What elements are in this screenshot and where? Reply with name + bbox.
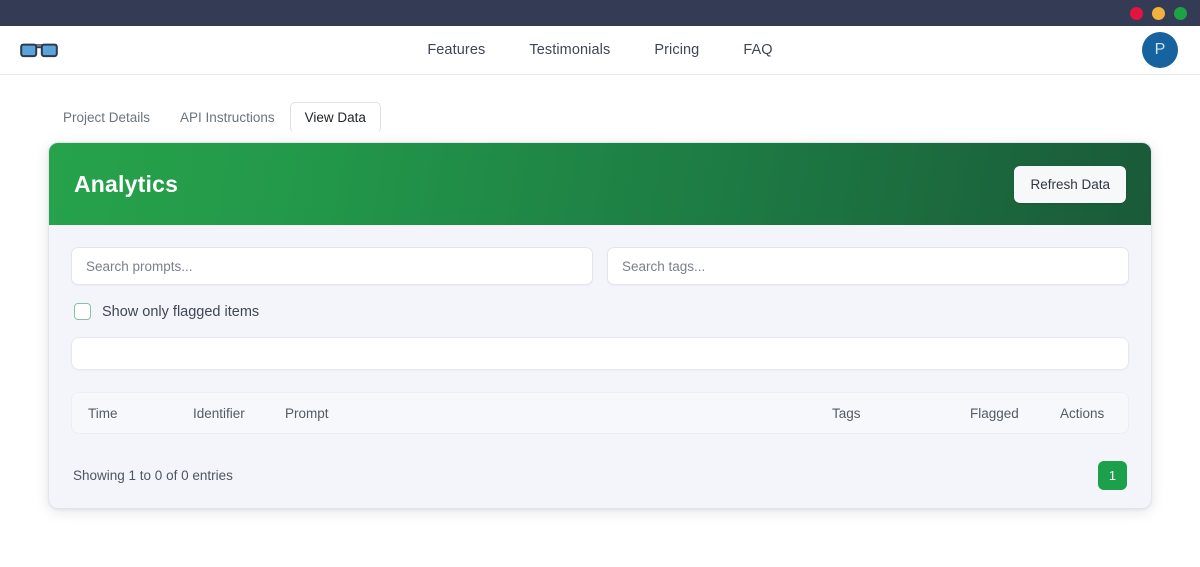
tab-bar: Project Details API Instructions View Da…: [48, 99, 1152, 133]
pagination-page-1[interactable]: 1: [1098, 461, 1127, 490]
search-prompts-input[interactable]: [71, 247, 593, 285]
show-flagged-label: Show only flagged items: [102, 303, 260, 320]
page-title: Analytics: [74, 170, 179, 197]
tab-project-details[interactable]: Project Details: [48, 102, 165, 134]
show-flagged-checkbox[interactable]: [74, 303, 91, 320]
analytics-card-header: Analytics Refresh Data: [49, 143, 1151, 225]
avatar-initial: P: [1154, 41, 1166, 58]
sunglasses-icon: [20, 41, 58, 59]
window-close-button[interactable]: [1130, 6, 1143, 20]
column-header-identifier[interactable]: Identifier: [193, 406, 285, 421]
analytics-card: Analytics Refresh Data Show only flagged…: [48, 142, 1152, 509]
main-nav: Features Testimonials Pricing FAQ: [0, 42, 1200, 58]
page-content: Project Details API Instructions View Da…: [0, 75, 1200, 509]
tab-api-instructions[interactable]: API Instructions: [165, 102, 290, 134]
nav-link-testimonials[interactable]: Testimonials: [529, 42, 610, 58]
flagged-filter-row: Show only flagged items: [71, 303, 1129, 320]
user-avatar[interactable]: P: [1142, 32, 1178, 68]
brand-logo[interactable]: [20, 41, 80, 59]
nav-link-pricing[interactable]: Pricing: [654, 42, 699, 58]
column-header-flagged[interactable]: Flagged: [970, 406, 1060, 421]
table-footer: Showing 1 to 0 of 0 entries 1: [71, 461, 1129, 490]
site-navbar: Features Testimonials Pricing FAQ P: [0, 26, 1200, 75]
column-header-actions[interactable]: Actions: [1060, 406, 1112, 421]
data-table-header: Time Identifier Prompt Tags Flagged Acti…: [71, 392, 1129, 434]
analytics-card-body: Show only flagged items Time Identifier …: [49, 225, 1151, 508]
nav-link-faq[interactable]: FAQ: [743, 42, 772, 58]
window-minimize-button[interactable]: [1152, 6, 1165, 20]
entries-summary: Showing 1 to 0 of 0 entries: [73, 468, 233, 483]
window-titlebar: [0, 0, 1200, 26]
search-tags-input[interactable]: [607, 247, 1129, 285]
column-header-tags[interactable]: Tags: [832, 406, 970, 421]
window-maximize-button[interactable]: [1174, 6, 1187, 20]
refresh-data-button[interactable]: Refresh Data: [1014, 165, 1126, 203]
column-header-prompt[interactable]: Prompt: [285, 406, 832, 421]
nav-link-features[interactable]: Features: [427, 42, 485, 58]
tag-filter-bar[interactable]: [71, 337, 1129, 370]
filter-row: [71, 247, 1129, 285]
tab-view-data[interactable]: View Data: [289, 101, 381, 133]
column-header-time[interactable]: Time: [88, 406, 193, 421]
